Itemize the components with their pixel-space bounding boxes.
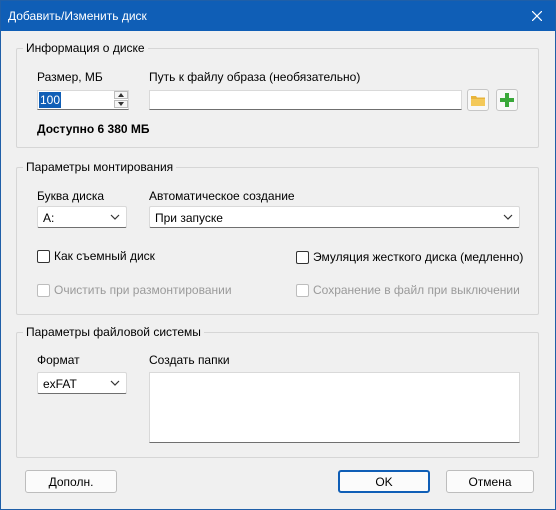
hdd-emulation-checkbox[interactable] — [296, 251, 309, 264]
chevron-down-icon — [110, 380, 120, 386]
size-label: Размер, МБ — [37, 70, 103, 84]
save-on-shutdown-label: Сохранение в файл при выключении — [313, 283, 520, 297]
cancel-button[interactable]: Отмена — [446, 470, 534, 493]
mount-group-title: Параметры монтирования — [23, 160, 177, 174]
chevron-down-icon — [503, 214, 513, 220]
drive-letter-label: Буква диска — [37, 189, 105, 203]
size-value: 100 — [39, 92, 62, 108]
clear-on-unmount-checkbox[interactable] — [37, 284, 50, 297]
removable-label: Как съемный диск — [54, 249, 155, 263]
disk-info-group-title: Информация о диске — [23, 41, 148, 55]
drive-letter-select[interactable]: A: — [37, 206, 127, 228]
folder-icon — [471, 96, 485, 106]
close-button[interactable] — [519, 1, 555, 31]
format-select[interactable]: exFAT — [37, 372, 127, 394]
format-label: Формат — [37, 353, 80, 367]
title-bar: Добавить/Изменить диск — [1, 1, 555, 31]
more-button[interactable]: Дополн. — [25, 470, 117, 493]
browse-button[interactable] — [467, 89, 489, 111]
spin-down-icon — [118, 102, 124, 106]
available-space-text: Доступно 6 380 МБ — [37, 122, 150, 136]
add-icon — [500, 93, 514, 107]
size-increment-button[interactable] — [114, 91, 128, 99]
add-image-button[interactable] — [496, 89, 518, 111]
fs-group-title: Параметры файловой системы — [23, 325, 204, 339]
image-path-input[interactable] — [149, 90, 462, 110]
clear-on-unmount-label: Очистить при размонтировании — [54, 283, 232, 297]
create-folders-label: Создать папки — [149, 353, 230, 367]
close-icon — [532, 11, 542, 21]
format-value: exFAT — [43, 377, 77, 391]
save-on-shutdown-checkbox[interactable] — [296, 284, 309, 297]
removable-checkbox[interactable] — [37, 250, 50, 263]
auto-create-value: При запуске — [155, 211, 223, 225]
create-folders-textarea[interactable] — [149, 372, 520, 443]
chevron-down-icon — [110, 214, 120, 220]
auto-create-select[interactable]: При запуске — [149, 206, 520, 228]
spin-up-icon — [118, 93, 124, 97]
ok-button[interactable]: OK — [338, 470, 430, 493]
auto-create-label: Автоматическое создание — [149, 189, 295, 203]
window-title: Добавить/Изменить диск — [8, 9, 147, 23]
drive-letter-value: A: — [43, 211, 55, 225]
size-decrement-button[interactable] — [114, 100, 128, 108]
image-path-label: Путь к файлу образа (необязательно) — [149, 70, 361, 84]
hdd-emulation-label: Эмуляция жесткого диска (медленно) — [313, 250, 524, 264]
